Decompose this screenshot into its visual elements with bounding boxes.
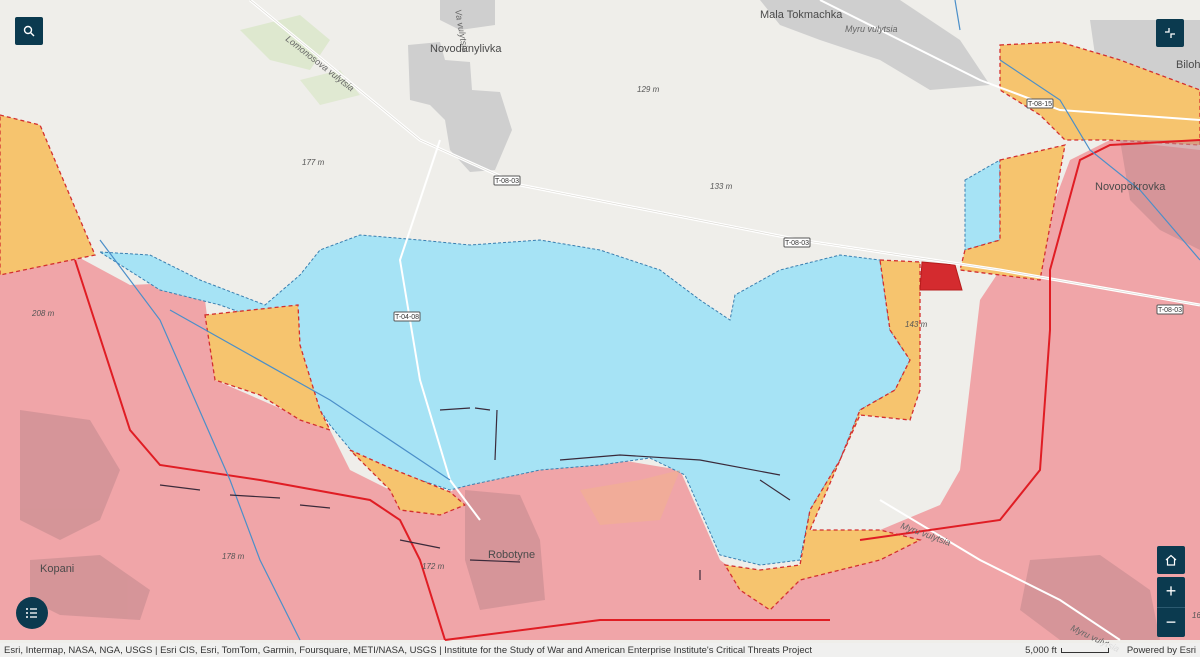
collapse-button[interactable] xyxy=(1156,19,1184,47)
collapse-icon xyxy=(1165,28,1175,38)
route-shield: T-08-03 xyxy=(493,175,521,186)
elevation-label: 133 m xyxy=(710,182,733,191)
road-label: Myru vulytsia xyxy=(845,24,898,34)
search-icon xyxy=(23,25,35,37)
route-shield: T-08-03 xyxy=(1156,304,1184,315)
svg-text:T-08-03: T-08-03 xyxy=(1158,307,1182,314)
route-shield: T-08-03 xyxy=(783,237,811,248)
zoom-in-button[interactable]: + xyxy=(1157,577,1185,607)
zoom-out-button[interactable]: − xyxy=(1157,608,1185,638)
home-button[interactable] xyxy=(1157,546,1185,574)
town-label: Robotyne xyxy=(488,549,535,561)
scale-bar: 5,000 ft xyxy=(1025,645,1109,656)
route-shield: T-04-08 xyxy=(393,311,421,322)
scale-line xyxy=(1060,647,1109,653)
elevation-label: 129 m xyxy=(637,85,660,94)
town-label: Bilohi xyxy=(1176,59,1200,71)
map-canvas[interactable]: Novodanylivka Mala Tokmachka Bilohi Novo… xyxy=(0,0,1200,657)
svg-text:T-04-08: T-04-08 xyxy=(395,314,419,321)
elevation-label: 178 m xyxy=(222,552,245,561)
zoom-control: + − xyxy=(1157,577,1185,637)
svg-text:T-08-03: T-08-03 xyxy=(495,178,519,185)
attribution-text[interactable]: Esri, Intermap, NASA, NGA, USGS | Esri C… xyxy=(4,645,1025,656)
elevation-label: 177 m xyxy=(302,158,325,167)
legend-button[interactable] xyxy=(16,597,48,629)
scale-label: 5,000 ft xyxy=(1025,644,1057,656)
route-shield: T-08-15 xyxy=(1026,98,1054,109)
zone-dark-red xyxy=(919,261,963,291)
legend-icon xyxy=(26,608,37,618)
town-label: Kopani xyxy=(40,563,74,575)
attribution-bar: Esri, Intermap, NASA, NGA, USGS | Esri C… xyxy=(0,643,1200,657)
svg-text:T-08-03: T-08-03 xyxy=(785,240,809,247)
svg-text:T-08-15: T-08-15 xyxy=(1028,101,1052,108)
home-icon xyxy=(1165,554,1177,566)
powered-by-link[interactable]: Powered by Esri xyxy=(1127,645,1196,656)
elevation-label: 16 xyxy=(1192,611,1200,620)
search-button[interactable] xyxy=(15,17,43,45)
town-label: Novopokrovka xyxy=(1095,181,1166,193)
elevation-label: 172 m xyxy=(422,562,445,571)
elevation-label: 143 m xyxy=(905,320,928,329)
town-label: Mala Tokmachka xyxy=(760,9,843,21)
elevation-label: 208 m xyxy=(31,309,55,318)
